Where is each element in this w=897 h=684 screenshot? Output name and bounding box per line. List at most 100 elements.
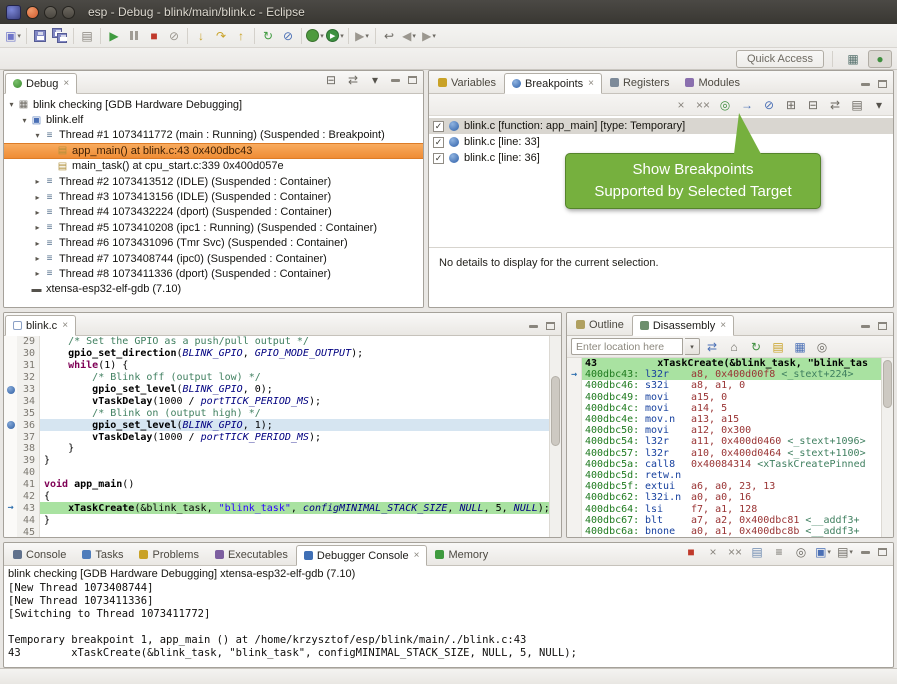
collapse-all-icon[interactable]: ⊟	[803, 95, 823, 115]
tree-expander-icon[interactable]: ▸	[32, 239, 43, 248]
collapse-all-icon[interactable]: ⊟	[321, 70, 341, 90]
disassembly-scrollbar[interactable]	[881, 358, 893, 537]
editor-code-line[interactable]: vTaskDelay(1000 / portTICK_PERIOD_MS);	[40, 395, 549, 407]
view-menu-icon[interactable]: ▾	[869, 95, 889, 115]
disassembly-row[interactable]: 43 xTaskCreate(&blink_task, "blink_tas	[567, 358, 881, 369]
editor-marker-gutter[interactable]	[4, 431, 17, 443]
minimize-view-button[interactable]	[388, 74, 402, 86]
group-by-icon[interactable]: ▤	[847, 95, 867, 115]
view-menu-icon[interactable]: ▾	[365, 70, 385, 90]
quick-access-button[interactable]: Quick Access	[736, 50, 824, 68]
show-source-icon[interactable]: ▤	[768, 337, 788, 357]
editor-marker-gutter[interactable]	[4, 443, 17, 455]
disassembly-row[interactable]: 400dbc67:blta7, a2, 0x400dbc81 <__addf3+	[567, 515, 881, 526]
remove-launch-icon[interactable]: ×	[703, 542, 723, 562]
debug-tree-item[interactable]: ▾▣blink.elf	[4, 112, 423, 127]
remove-all-breakpoints-icon[interactable]: ××	[693, 95, 713, 115]
editor-code-line[interactable]: void app_main()	[40, 479, 549, 491]
maximize-view-button[interactable]	[543, 320, 557, 332]
debug-icon[interactable]: ▾	[305, 26, 325, 46]
editor-code-line[interactable]: /* Blink off (output low) */	[40, 372, 549, 384]
editor-code-line[interactable]: /* Set the GPIO as a push/pull output */	[40, 336, 549, 348]
run-icon[interactable]: ▶▾	[325, 26, 345, 46]
disassembly-row[interactable]: →400dbc43:l32ra8, 0x400d00f8 <_stext+224…	[567, 369, 881, 380]
disassembly-tab-outline[interactable]: Outline	[568, 314, 632, 335]
open-perspective-button[interactable]: ▦	[841, 50, 865, 68]
last-edit-location-icon[interactable]: ↩	[379, 26, 399, 46]
editor-code-line[interactable]: while(1) {	[40, 360, 549, 372]
show-opcodes-icon[interactable]: ▦	[790, 337, 810, 357]
location-dropdown-icon[interactable]	[685, 338, 700, 355]
debug-tree-item[interactable]: ▾≡Thread #1 1073411772 (main : Running) …	[4, 128, 423, 143]
disassembly-row[interactable]: 400dbc6a:bnonea0, a1, 0x400dbc8b <__addf…	[567, 526, 881, 537]
external-tools-icon[interactable]: ▶▾	[352, 26, 372, 46]
editor-marker-gutter[interactable]	[4, 372, 17, 384]
editor-code-line[interactable]	[40, 526, 549, 537]
editor-code-line[interactable]: }	[40, 443, 549, 455]
go-to-file-icon[interactable]: →	[737, 95, 757, 115]
editor-code-line[interactable]	[40, 467, 549, 479]
disassembly-row[interactable]: 400dbc5a:call80x40084314 <xTaskCreatePin…	[567, 459, 881, 470]
debug-tree-item[interactable]: ▬xtensa-esp32-elf-gdb (7.10)	[4, 282, 423, 297]
console-tab-problems[interactable]: Problems	[131, 544, 206, 565]
disassembly-scrollbar-thumb[interactable]	[883, 360, 892, 408]
breakpoints-tab-breakpoints[interactable]: Breakpoints×	[504, 73, 602, 94]
debug-tree-item[interactable]: ▸≡Thread #7 1073408744 (ipc0) (Suspended…	[4, 251, 423, 266]
tree-expander-icon[interactable]: ▾	[32, 131, 43, 140]
tree-expander-icon[interactable]: ▸	[32, 269, 43, 278]
editor-code-line[interactable]: vTaskDelay(1000 / portTICK_PERIOD_MS);	[40, 431, 549, 443]
skip-all-breakpoints-icon[interactable]: ⊘	[278, 26, 298, 46]
editor-code-line[interactable]: /* Blink on (output high) */	[40, 407, 549, 419]
breakpoint-checkbox[interactable]: ✓	[433, 137, 444, 148]
link-with-debug-icon[interactable]: ⇄	[825, 95, 845, 115]
location-input[interactable]: Enter location here	[571, 338, 683, 355]
resume-icon[interactable]: ▶	[104, 26, 124, 46]
tab-close-icon[interactable]: ×	[63, 78, 69, 89]
tab-close-icon[interactable]: ×	[720, 320, 726, 331]
debug-tree-item[interactable]: ▸≡Thread #2 1073413512 (IDLE) (Suspended…	[4, 174, 423, 189]
disconnect-icon[interactable]: ⊘	[164, 26, 184, 46]
save-icon[interactable]	[30, 26, 50, 46]
terminate-icon[interactable]: ■	[144, 26, 164, 46]
editor-code-line[interactable]: gpio_set_level(BLINK_GPIO, 1);	[40, 419, 549, 431]
debug-tree-item[interactable]: ▾▦blink checking [GDB Hardware Debugging…	[4, 97, 423, 112]
code-editor[interactable]: 29 /* Set the GPIO as a push/pull output…	[4, 336, 549, 537]
disassembly-row[interactable]: 400dbc49:movia15, 0	[567, 392, 881, 403]
debug-tab-debug[interactable]: Debug×	[5, 73, 77, 94]
editor-scrollbar-thumb[interactable]	[551, 376, 560, 446]
editor-marker-gutter[interactable]: →	[4, 502, 17, 514]
display-console-icon[interactable]: ▣▾	[813, 542, 833, 562]
disassembly-row[interactable]: 400dbc4e:mov.na13, a15	[567, 414, 881, 425]
new-wizard-icon[interactable]: ▣▾	[3, 26, 23, 46]
breakpoint-item[interactable]: ✓blink.c [function: app_main] [type: Tem…	[429, 118, 893, 134]
expand-all-icon[interactable]: ⊞	[781, 95, 801, 115]
disassembly-row[interactable]: 400dbc54:l32ra11, 0x400d0460 <_stext+109…	[567, 436, 881, 447]
clear-console-icon[interactable]: ▤	[747, 542, 767, 562]
back-icon[interactable]: ◀▾	[399, 26, 419, 46]
debug-tree-item[interactable]: ▤app_main() at blink.c:43 0x400dbc43	[4, 143, 423, 158]
remove-all-launches-icon[interactable]: ××	[725, 542, 745, 562]
step-into-icon[interactable]: ↓	[191, 26, 211, 46]
window-minimize-button[interactable]	[44, 6, 57, 19]
debug-tree-item[interactable]: ▸≡Thread #5 1073410208 (ipc1 : Running) …	[4, 220, 423, 235]
minimize-view-button[interactable]	[858, 78, 872, 90]
debug-tree-item[interactable]: ▸≡Thread #6 1073431096 (Tmr Svc) (Suspen…	[4, 236, 423, 251]
window-maximize-button[interactable]	[62, 6, 75, 19]
editor-marker-gutter[interactable]	[4, 419, 17, 431]
editor-marker-gutter[interactable]	[4, 384, 17, 396]
minimize-view-button[interactable]	[526, 320, 540, 332]
maximize-view-button[interactable]	[875, 546, 889, 558]
maximize-view-button[interactable]	[875, 320, 889, 332]
link-with-icon[interactable]: ⇄	[343, 70, 363, 90]
tree-expander-icon[interactable]: ▾	[19, 116, 30, 125]
editor-marker-gutter[interactable]	[4, 467, 17, 479]
editor-marker-gutter[interactable]	[4, 491, 17, 503]
breakpoint-checkbox[interactable]: ✓	[433, 153, 444, 164]
refresh-icon[interactable]: ↻	[746, 337, 766, 357]
disassembly-tab-disassembly[interactable]: Disassembly×	[632, 315, 734, 336]
debug-tree-item[interactable]: ▸≡Thread #3 1073413156 (IDLE) (Suspended…	[4, 189, 423, 204]
tree-expander-icon[interactable]: ▸	[32, 223, 43, 232]
tree-expander-icon[interactable]: ▸	[32, 193, 43, 202]
editor-code-line[interactable]: xTaskCreate(&blink_task, "blink_task", c…	[40, 502, 549, 514]
disassembly-row[interactable]: 400dbc4c:movia14, 5	[567, 403, 881, 414]
